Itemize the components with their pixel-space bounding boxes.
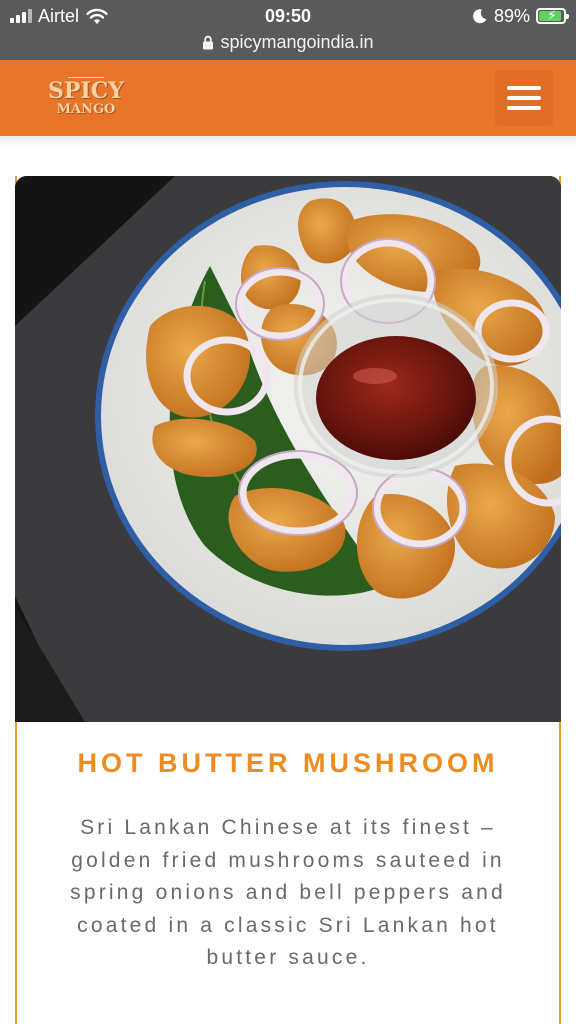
address-bar[interactable]: spicymangoindia.in bbox=[0, 30, 576, 54]
url-text: spicymangoindia.in bbox=[220, 31, 374, 52]
status-row: Airtel 89% ⚡ bbox=[0, 4, 576, 28]
status-right: 89% ⚡ bbox=[472, 5, 569, 27]
lock-icon bbox=[203, 35, 214, 49]
dish-title: HOT BUTTER MUSHROOM bbox=[77, 748, 499, 778]
logo-line2: MANGO bbox=[56, 102, 116, 117]
status-bar: Airtel 89% ⚡ 09:50 spicymangoindia.in bbox=[0, 0, 576, 60]
dish-photo bbox=[15, 176, 561, 722]
header-shadow bbox=[0, 136, 576, 148]
hamburger-menu-button[interactable] bbox=[495, 70, 553, 126]
logo[interactable]: SPICY MANGO bbox=[46, 74, 126, 124]
moon-icon bbox=[473, 9, 487, 24]
dish-description: Sri Lankan Chinese at its finest – golde… bbox=[70, 816, 506, 969]
site-header: SPICY MANGO bbox=[0, 60, 576, 136]
menu-bar-icon bbox=[507, 86, 541, 90]
signal-icon bbox=[10, 9, 32, 23]
battery-percent: 89% bbox=[493, 5, 530, 26]
logo-ornament bbox=[68, 77, 104, 81]
menu-bar-icon bbox=[507, 96, 541, 100]
battery-icon: ⚡ bbox=[536, 7, 569, 24]
menu-bar-icon bbox=[507, 106, 541, 110]
logo-line1: SPICY bbox=[48, 78, 124, 104]
carrier-label: Airtel bbox=[38, 5, 80, 26]
wifi-icon bbox=[86, 8, 108, 24]
status-left: Airtel bbox=[10, 6, 109, 27]
